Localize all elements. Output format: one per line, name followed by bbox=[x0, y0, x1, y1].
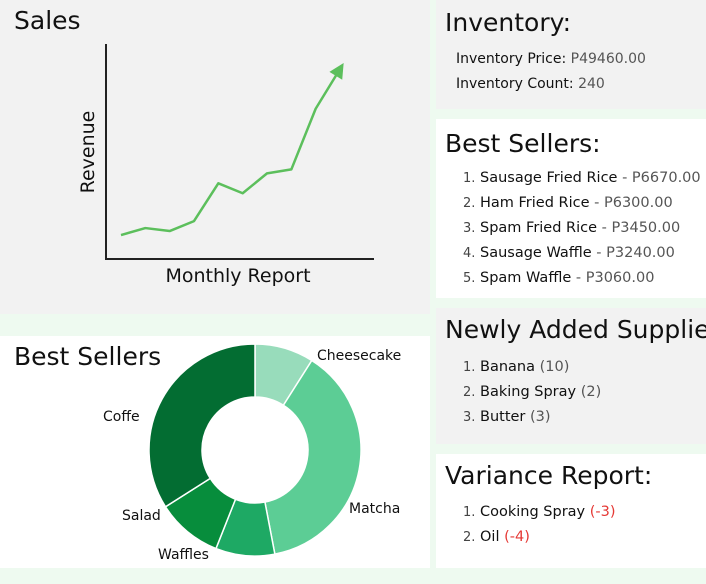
inventory-title: Inventory: bbox=[445, 8, 572, 37]
best-sellers-list-title: Best Sellers: bbox=[445, 129, 601, 158]
inventory-count-value: 240 bbox=[578, 76, 605, 92]
best-sellers-list-panel: Best Sellers: 1. Sausage Fried Rice - P66… bbox=[436, 119, 706, 298]
inventory-price-value: P49460.00 bbox=[570, 51, 646, 67]
inventory-count: Inventory Count: 240 bbox=[456, 76, 605, 92]
list-item: 1. Cooking Spray (-3) bbox=[463, 504, 616, 520]
inventory-count-label: Inventory Count: bbox=[456, 76, 574, 92]
revenue-line bbox=[120, 68, 342, 237]
sales-panel: Sales Revenue Monthly Report bbox=[0, 0, 430, 314]
best-sellers-chart-panel: Best Sellers Cheesecake Matcha Waffles Sala… bbox=[0, 336, 430, 568]
supplies-list: 1. Banana (10) 2. Baking Spray (2) 3. Butte… bbox=[463, 355, 601, 430]
list-item: 5. Spam Waffle - P3060.00 bbox=[463, 270, 655, 286]
list-item: 1. Banana (10) bbox=[463, 359, 570, 375]
inventory-panel: Inventory: Inventory Price: P49460.00 In… bbox=[436, 0, 706, 109]
donut-label-coffe: Coffe bbox=[103, 409, 140, 425]
best-sellers-list: 1. Sausage Fried Rice - P6670.00 2. Ham Fr… bbox=[463, 166, 701, 291]
y-axis-label: Revenue bbox=[77, 111, 99, 194]
sales-line-chart: Revenue Monthly Report bbox=[77, 44, 374, 287]
list-item: 1. Sausage Fried Rice - P6670.00 bbox=[463, 170, 701, 186]
list-item: 2. Ham Fried Rice - P6300.00 bbox=[463, 195, 673, 211]
list-item: 3. Spam Fried Rice - P3450.00 bbox=[463, 220, 681, 236]
list-item: 2. Oil (-4) bbox=[463, 529, 530, 545]
donut-label-matcha: Matcha bbox=[349, 501, 400, 517]
donut-label-cheesecake: Cheesecake bbox=[317, 348, 401, 364]
variance-list: 1. Cooking Spray (-3) 2. Oil (-4) bbox=[463, 500, 616, 550]
list-item: 3. Butter (3) bbox=[463, 409, 551, 425]
donut-label-waffles: Waffles bbox=[158, 547, 209, 563]
donut-slice-coffe bbox=[148, 343, 256, 508]
variance-title: Variance Report: bbox=[445, 461, 653, 490]
supplies-title: Newly Added Supplies: bbox=[445, 315, 706, 344]
list-item: 2. Baking Spray (2) bbox=[463, 384, 602, 400]
x-axis-label: Monthly Report bbox=[165, 265, 310, 287]
list-item: 4. Sausage Waffle - P3240.00 bbox=[463, 245, 675, 261]
best-sellers-donut-chart: Cheesecake Matcha Waffles Salad Coffe bbox=[103, 343, 401, 563]
inventory-price-label: Inventory Price: bbox=[456, 51, 567, 67]
inventory-price: Inventory Price: P49460.00 bbox=[456, 51, 646, 67]
trend-arrow-icon bbox=[329, 63, 344, 80]
variance-panel: Variance Report: 1. Cooking Spray (-3) 2.… bbox=[436, 454, 706, 568]
supplies-panel: Newly Added Supplies: 1. Banana (10) 2. Ba… bbox=[436, 308, 706, 444]
donut-label-salad: Salad bbox=[122, 508, 161, 524]
